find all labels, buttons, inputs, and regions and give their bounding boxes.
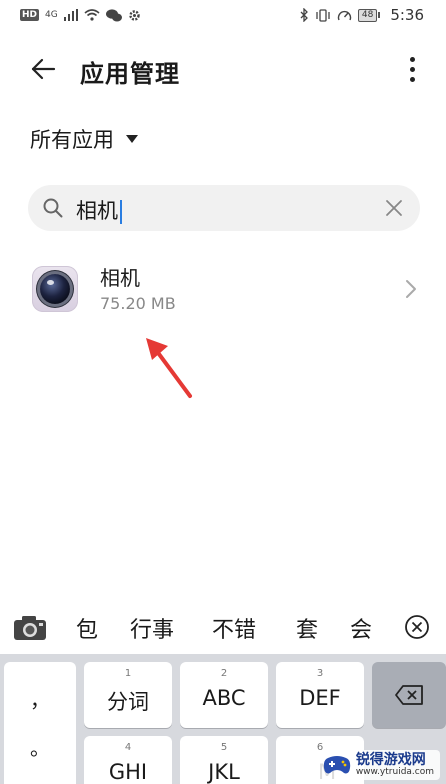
punct-comma[interactable]: ， bbox=[4, 684, 76, 713]
battery-icon: 48 bbox=[357, 8, 381, 22]
status-left: HD 4G bbox=[20, 8, 141, 22]
vibrate-icon bbox=[316, 8, 330, 22]
page-title: 应用管理 bbox=[80, 60, 180, 88]
signal-icon bbox=[63, 9, 78, 21]
delete-key[interactable] bbox=[372, 662, 446, 728]
search-input-text: 相机 bbox=[76, 199, 118, 223]
key-4[interactable]: 4 GHI bbox=[84, 736, 172, 784]
punct-period[interactable]: 。 bbox=[4, 732, 76, 761]
hd-badge: HD bbox=[20, 9, 40, 21]
watermark-title: 锐得游戏网 bbox=[355, 751, 426, 768]
clear-x-icon[interactable] bbox=[384, 198, 404, 218]
network-type: 4G bbox=[45, 10, 58, 20]
key-5[interactable]: 5 JKL bbox=[180, 736, 268, 784]
close-circle-icon[interactable] bbox=[404, 614, 430, 640]
game-controller-logo-icon bbox=[323, 756, 350, 774]
suggestion-item[interactable]: 会 bbox=[350, 612, 372, 644]
ime-suggestion-bar: 包 行事 不错 套 会 bbox=[0, 602, 446, 654]
camera-lens-graphic bbox=[40, 274, 70, 304]
search-field[interactable]: 相机 bbox=[28, 185, 420, 231]
suggestion-item[interactable]: 不错 bbox=[212, 612, 256, 644]
dropdown-caret-icon bbox=[126, 135, 138, 143]
app-name: 相机 bbox=[100, 266, 140, 290]
bluetooth-icon bbox=[300, 8, 308, 22]
status-bar: HD 4G 48 5:36 bbox=[0, 0, 446, 30]
status-right: 48 5:36 bbox=[300, 6, 424, 24]
filter-label: 所有应用 bbox=[30, 128, 114, 152]
app-size: 75.20 MB bbox=[100, 294, 176, 313]
text-cursor bbox=[120, 200, 122, 224]
chevron-right-icon bbox=[406, 280, 416, 298]
wifi-icon bbox=[84, 9, 100, 21]
backspace-icon bbox=[395, 685, 423, 705]
search-input[interactable]: 相机 bbox=[76, 195, 122, 225]
more-vertical-icon[interactable] bbox=[400, 52, 424, 86]
camera-app-icon bbox=[32, 266, 78, 312]
suggestion-item[interactable]: 包 bbox=[76, 612, 98, 644]
wechat-icon bbox=[105, 8, 122, 21]
app-list-item[interactable]: 相机 75.20 MB bbox=[0, 252, 446, 328]
key-3[interactable]: 3 DEF bbox=[276, 662, 364, 728]
key-1[interactable]: 1 分词 bbox=[84, 662, 172, 728]
clock: 5:36 bbox=[390, 6, 424, 24]
app-filter-dropdown[interactable]: 所有应用 bbox=[30, 124, 138, 154]
settings-gear-icon bbox=[129, 9, 140, 21]
data-speed-icon bbox=[337, 10, 352, 20]
app-bar: 应用管理 bbox=[0, 42, 446, 96]
red-arrow-annotation bbox=[146, 338, 192, 398]
suggestion-item[interactable]: 行事 bbox=[130, 612, 174, 644]
punctuation-column[interactable]: ， 。 bbox=[4, 662, 76, 784]
camera-icon[interactable] bbox=[12, 614, 48, 642]
suggestion-item[interactable]: 套 bbox=[296, 612, 318, 644]
key-2[interactable]: 2 ABC bbox=[180, 662, 268, 728]
back-arrow-icon[interactable] bbox=[28, 54, 58, 84]
search-icon bbox=[43, 198, 63, 218]
watermark-url: www.ytruida.com bbox=[355, 766, 434, 777]
battery-level: 48 bbox=[357, 8, 378, 22]
watermark: 锐得游戏网 www.ytruida.com bbox=[317, 750, 440, 780]
